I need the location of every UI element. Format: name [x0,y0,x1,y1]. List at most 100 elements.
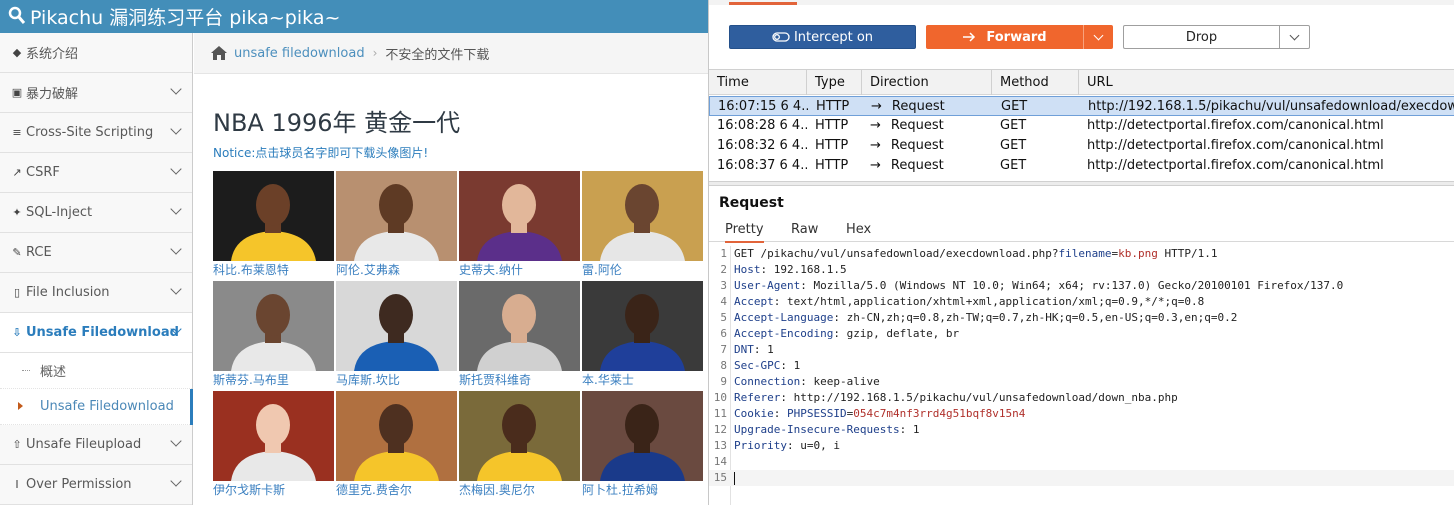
line-number: 1 [720,247,727,260]
app-title: Pikachu 漏洞练习平台 pika~pika~ [30,7,341,29]
cell-text: GET [1001,99,1028,114]
player-photo [336,171,457,261]
table-row[interactable]: 16:07:15 6 4... HTTP → Request GET http://192… [709,96,1454,116]
table-cell: HTTP [808,97,863,117]
split-pane-divider[interactable] [709,181,1454,186]
intercept-toggle-button[interactable]: Intercept on [729,25,916,49]
line-number: 8 [720,359,727,372]
header-name: Connection [734,375,801,388]
code-line: 7 DNT: 1 [709,342,1454,358]
player-download-link[interactable]: 马库斯.坎比 [336,371,457,389]
player-download-link[interactable]: 阿伦.艾弗森 [336,261,457,279]
forward-button[interactable]: Forward [926,25,1083,49]
sidebar: ◆ 系统介绍 ▣ 暴力破解 ≡ Cross-Site Scripting ↗ CSRF ✦ SQL… [0,33,193,505]
player-card: 马库斯.坎比 [336,281,457,389]
header-name: Upgrade-Insecure-Requests [734,423,900,436]
sidebar-item[interactable]: ↗ CSRF [0,153,192,193]
request-view-tabs: Pretty Raw Hex [709,218,1454,243]
player-download-link[interactable]: 阿卜杜.拉希姆 [582,481,703,499]
plug-icon: ✦ [12,206,22,219]
sidebar-subitem[interactable]: 概述 [0,353,192,389]
line-content: Cookie: PHPSESSID=054c7m4nf3rrd4g51bqf8v… [734,406,1025,422]
table-cell: http://detectportal.firefox.com/canonica… [1079,136,1454,156]
tab-pretty[interactable]: Pretty [725,222,764,243]
player-download-link[interactable]: 斯蒂芬.马布里 [213,371,334,389]
cell-text: Request [890,118,944,133]
line-content: Upgrade-Insecure-Requests: 1 [734,422,919,438]
drop-dropdown-button[interactable] [1279,25,1310,49]
header-value: 192.168.1.5 [773,263,847,276]
sidebar-subitem[interactable]: Unsafe Filedownload [0,389,193,425]
header-colon: : [800,375,814,388]
external-link-icon: ↗ [12,166,22,179]
sidebar-item[interactable]: ▣ 暴力破解 [0,73,192,113]
player-photo [582,171,703,261]
header-name: User-Agent [734,279,801,292]
player-photo [459,391,580,481]
sidebar-item[interactable]: ◆ 系统介绍 [0,33,192,73]
header-colon: : [780,359,794,372]
cookie-name: PHPSESSID [787,407,847,420]
sidebar-item[interactable]: ✦ SQL-Inject [0,193,192,233]
player-download-link[interactable]: 斯托贾科维奇 [459,371,580,389]
player-download-link[interactable]: 本.华莱士 [582,371,703,389]
sidebar-item-label: Unsafe Fileupload [26,437,142,452]
code-line: 9 Connection: keep-alive [709,374,1454,390]
player-photo [459,171,580,261]
table-row[interactable]: 16:08:32 6 4... HTTP → Request GET http://det… [709,136,1454,156]
player-card: 斯托贾科维奇 [459,281,580,389]
column-header[interactable]: Method [992,70,1079,95]
tab-hex[interactable]: Hex [846,222,871,237]
breadcrumb-link[interactable]: unsafe filedownload [234,46,365,61]
sidebar-item[interactable]: I Over Permission [0,465,192,505]
cell-text: GET [1000,138,1027,153]
header-colon: : [773,295,787,308]
sidebar-item[interactable]: ≡ Cross-Site Scripting [0,113,192,153]
tab-raw[interactable]: Raw [791,222,818,237]
player-download-link[interactable]: 杰梅因.奥尼尔 [459,481,580,499]
drop-button[interactable]: Drop [1123,25,1280,49]
header-colon: : [773,407,787,420]
player-card: 斯蒂芬.马布里 [213,281,334,389]
player-download-link[interactable]: 雷.阿伦 [582,261,703,279]
player-photo [582,281,703,371]
code-line: 1 GET /pikachu/vul/unsafedownload/execdow… [709,246,1454,262]
sidebar-item[interactable]: ✎ RCE [0,233,192,273]
request-title: Request [719,195,784,211]
forward-dropdown-button[interactable] [1083,25,1113,49]
table-header: Time Type Direction Method URL [709,70,1454,95]
table-cell: GET [992,136,1079,156]
column-header[interactable]: Time [709,70,807,95]
player-photo [213,391,334,481]
header-value: 1 [793,359,801,372]
player-download-link[interactable]: 德里克.费舍尔 [336,481,457,499]
header-colon: : [833,311,847,324]
column-header[interactable]: URL [1079,70,1454,95]
sidebar-item[interactable]: ⇩ Unsafe Filedownload [0,313,192,353]
cell-text: GET [1000,118,1027,133]
chevron-down-icon [170,243,182,255]
cell-text: 16:08:28 6 4... [717,118,807,133]
table-row[interactable]: 16:08:37 6 4... HTTP → Request GET http://det… [709,156,1454,176]
header-name: Accept [734,295,774,308]
sidebar-item-label: 暴力破解 [26,87,79,102]
lock-icon: ▣ [11,86,23,99]
tree-dash [22,370,30,371]
player-card: 伊尔戈斯卡斯 [213,391,334,499]
sidebar-item[interactable]: ▯ File Inclusion [0,273,192,313]
sidebar-item[interactable]: ⇧ Unsafe Fileupload [0,425,192,465]
line-content: GET /pikachu/vul/unsafedownload/execdown… [734,246,1217,262]
player-download-link[interactable]: 史蒂夫.纳什 [459,261,580,279]
player-download-link[interactable]: 科比.布莱恩特 [213,261,334,279]
player-photo [213,171,334,261]
column-header[interactable]: Type [807,70,862,95]
cell-text: HTTP [816,99,850,114]
column-header[interactable]: Direction [862,70,992,95]
header-value: gzip, deflate, br [846,327,960,340]
home-icon[interactable] [210,45,228,61]
line-number: 4 [720,295,727,308]
player-download-link[interactable]: 伊尔戈斯卡斯 [213,481,334,499]
table-row[interactable]: 16:08:28 6 4... HTTP → Request GET http://det… [709,116,1454,136]
request-editor[interactable]: 1 GET /pikachu/vul/unsafedownload/execdow… [709,246,1454,486]
player-card: 杰梅因.奥尼尔 [459,391,580,499]
